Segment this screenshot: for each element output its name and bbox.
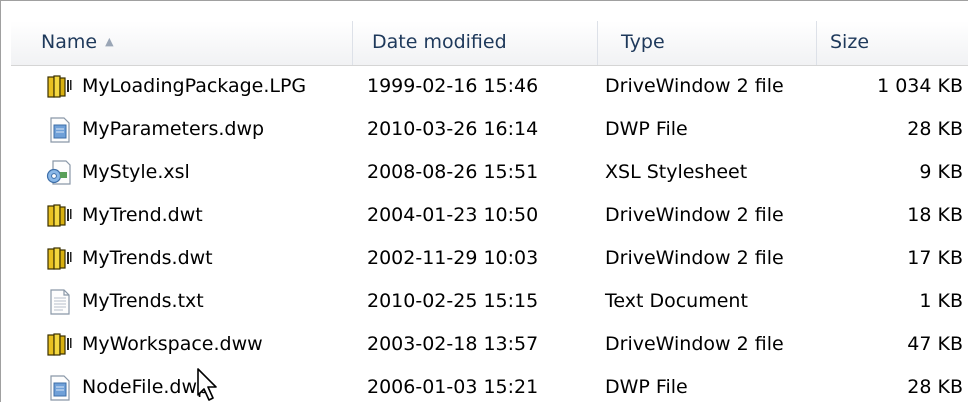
file-name: MyStyle.xsl (82, 161, 190, 183)
drivewindow-icon (47, 247, 72, 270)
file-row[interactable]: MyTrend.dwt 2004-01-23 10:50 DriveWindow… (1, 194, 968, 237)
column-header-size[interactable]: Size (817, 21, 968, 65)
file-name: MyTrends.txt (82, 290, 204, 312)
file-date-modified: 2003-02-18 13:57 (367, 333, 539, 355)
text-document-icon (50, 289, 70, 315)
file-type: DWP File (605, 118, 688, 140)
file-size: 28 KB (907, 376, 963, 398)
file-name: MyTrends.dwt (82, 247, 213, 269)
file-row[interactable]: MyLoadingPackage.LPG 1999-02-16 15:46 Dr… (1, 65, 968, 108)
file-date-modified: 1999-02-16 15:46 (367, 75, 539, 97)
file-date-modified: 2008-08-26 15:51 (367, 161, 539, 183)
column-header-type-label: Type (621, 31, 665, 53)
file-name: MyLoadingPackage.LPG (82, 75, 307, 97)
drivewindow-icon (47, 204, 72, 227)
file-type: DWP File (605, 376, 688, 398)
column-header-name[interactable]: Name ▲ (11, 21, 353, 65)
file-size: 9 KB (919, 161, 963, 183)
file-size: 1 KB (919, 290, 963, 312)
drivewindow-icon (47, 75, 72, 98)
file-name: MyParameters.dwp (82, 118, 265, 140)
file-row[interactable]: MyTrends.txt 2010-02-25 15:15 Text Docum… (1, 280, 968, 323)
file-date-modified: 2010-02-25 15:15 (367, 290, 539, 312)
file-type: XSL Stylesheet (605, 161, 748, 183)
file-date-modified: 2004-01-23 10:50 (367, 204, 539, 226)
file-size: 18 KB (907, 204, 963, 226)
file-size: 47 KB (907, 333, 963, 355)
column-header-date-modified[interactable]: Date modified (353, 21, 598, 65)
column-header-name-label: Name (41, 31, 98, 53)
xsl-stylesheet-icon (46, 160, 71, 185)
sort-ascending-icon: ▲ (105, 35, 114, 48)
dwp-file-icon (50, 375, 70, 401)
file-row[interactable]: MyWorkspace.dww 2003-02-18 13:57 DriveWi… (1, 323, 968, 366)
file-type: DriveWindow 2 file (605, 333, 784, 355)
file-size: 1 034 KB (877, 75, 963, 97)
dwp-file-icon (50, 117, 70, 143)
file-type: Text Document (605, 290, 748, 312)
file-date-modified: 2010-03-26 16:14 (367, 118, 539, 140)
column-header-bar: Name ▲ Date modified Type Size (11, 21, 968, 66)
file-date-modified: 2006-01-03 15:21 (367, 376, 539, 398)
file-list-view: Name ▲ Date modified Type Size MyLoadingP… (0, 0, 968, 402)
column-header-type[interactable]: Type (598, 21, 817, 65)
file-name: MyWorkspace.dww (82, 333, 263, 355)
mouse-pointer-icon (197, 368, 217, 401)
file-row[interactable]: MyParameters.dwp 2010-03-26 16:14 DWP Fi… (1, 108, 968, 151)
file-row[interactable]: MyStyle.xsl 2008-08-26 15:51 XSL Stylesh… (1, 151, 968, 194)
file-size: 17 KB (907, 247, 963, 269)
file-type: DriveWindow 2 file (605, 75, 784, 97)
drivewindow-icon (47, 333, 72, 356)
file-type: DriveWindow 2 file (605, 204, 784, 226)
column-header-size-label: Size (830, 31, 870, 53)
file-row[interactable]: MyTrends.dwt 2002-11-29 10:03 DriveWindo… (1, 237, 968, 280)
file-size: 28 KB (907, 118, 963, 140)
column-header-date-label: Date modified (372, 31, 507, 53)
file-type: DriveWindow 2 file (605, 247, 784, 269)
file-date-modified: 2002-11-29 10:03 (367, 247, 539, 269)
file-name: MyTrend.dwt (82, 204, 203, 226)
file-row[interactable]: NodeFile.dwp 2006-01-03 15:21 DWP File 2… (1, 366, 968, 409)
file-name: NodeFile.dwp (82, 376, 210, 398)
